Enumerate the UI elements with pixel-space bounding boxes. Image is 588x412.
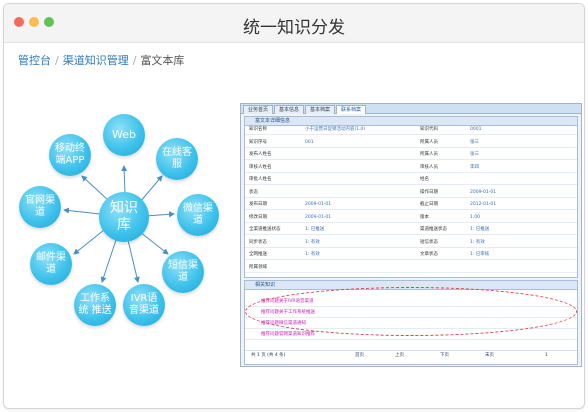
breadcrumb-item-current: 富文本库 — [140, 54, 185, 67]
detail-field-label: 文章状态 — [420, 252, 438, 257]
system-screenshot: 业务首页 基本信息 基本档案 联系档案 富文本详细信息 知识名称 小于运营日促销活… — [240, 103, 582, 367]
detail-row: 同步状态 1: 有效 短信状态 1: 有效 — [245, 239, 577, 248]
detail-row: 审批人姓名 姓名 — [245, 176, 577, 185]
detail-field-label: 发布人姓名 — [249, 152, 272, 157]
detail-row: 所属领域 — [245, 264, 577, 273]
connector-worksys — [100, 239, 117, 283]
highlight-ellipse — [245, 287, 577, 336]
detail-field-label: 全网推送 — [249, 252, 267, 257]
detail-field-label: 操作日期 — [420, 189, 438, 195]
detail-field-label: 所属领域 — [249, 264, 267, 270]
detail-field-label: 状态 — [249, 189, 258, 195]
detail-row: 发布日期 2009-01-01 截止日期 2012-01-01 — [245, 201, 577, 210]
tab-home[interactable]: 业务首页 — [243, 105, 273, 114]
detail-field-value: 2009-01-01 — [470, 189, 497, 195]
detail-field-value: 1: 已审核 — [470, 252, 490, 257]
detail-row: 状态 操作日期 2009-01-01 — [245, 189, 577, 198]
pager-prev[interactable]: 上页 — [395, 351, 404, 361]
detail-field-value: 2012-01-01 — [470, 202, 497, 207]
pager-first[interactable]: 首页 — [355, 351, 364, 361]
connector-web — [121, 165, 128, 195]
knowledge-base-node: 知识 库 — [99, 192, 149, 242]
detail-field-value: 张三 — [470, 152, 479, 157]
detail-field-value: 0001 — [470, 127, 482, 132]
detail-row: 全渠道推送状态 1: 已推送 渠道推送状态 1: 已推送 — [245, 226, 577, 235]
wechat-channel-node: 微信渠 道 — [177, 194, 219, 236]
detail-field-value: 小于运营日促销活动内容(1.0) — [305, 127, 366, 132]
related-item-link[interactable]: 推荐问题官网渠道知识推荐 — [261, 331, 315, 339]
detail-field-label: 审核人员 — [420, 164, 438, 170]
online-service-node: 在线客 服 — [156, 138, 198, 180]
pager-last[interactable]: 末页 — [485, 351, 494, 361]
window-title: 统一知识分发 — [243, 18, 345, 38]
connector-email — [73, 229, 105, 255]
breadcrumb-item-channel[interactable]: 渠道知识管理 — [63, 54, 129, 67]
detail-field-label: 同步状态 — [249, 239, 267, 245]
tab-contact-record[interactable]: 联系档案 — [336, 105, 366, 114]
detail-field-label: 截止日期 — [420, 202, 438, 207]
work-system-node: 工作系 统 推送 — [74, 284, 116, 326]
detail-row: 修改日期 2009-01-01 版本 1.00 — [245, 214, 577, 223]
detail-field-label: 知识名称 — [249, 127, 267, 132]
detail-field-label: 姓名 — [420, 177, 429, 182]
detail-field-label: 短信状态 — [420, 239, 438, 245]
detail-row: 知识序号 001 所属人员 张三 — [245, 139, 577, 148]
connector-ivr — [127, 239, 140, 283]
detail-field-label: 审核人姓名 — [249, 164, 272, 170]
breadcrumb: 管控台 / 渠道知识管理 / 富文本库 — [18, 52, 184, 68]
detail-field-label: 发布日期 — [249, 202, 267, 207]
ivr-channel-node: IVR语 音渠道 — [123, 284, 165, 326]
connector-sms — [139, 231, 169, 255]
app-window: 统一知识分发 管控台 / 渠道知识管理 / 富文本库 知识 库 Web 在线客 … — [3, 3, 585, 409]
pager-next[interactable]: 下页 — [440, 351, 449, 361]
detail-row: 审核人姓名 审核人员 李四 — [245, 164, 577, 173]
detail-field-value: 张三 — [470, 139, 479, 145]
pager-page[interactable]: 1 — [545, 351, 548, 361]
connector-online — [139, 175, 163, 203]
web-node: Web — [103, 114, 145, 156]
detail-field-value: 1: 已推送 — [470, 227, 490, 232]
detail-field-value: 1.00 — [470, 214, 481, 220]
detail-field-label: 知识代码 — [420, 127, 438, 132]
detail-grid: 知识名称 小于运营日促销活动内容(1.0) 知识代码 0001 知识序号 001 所属人员张… — [245, 126, 577, 277]
detail-field-value: 2009-01-01 — [305, 202, 332, 207]
breadcrumb-separator: / — [55, 54, 59, 67]
detail-field-value: 1: 已推送 — [305, 227, 325, 232]
detail-field-value: 李四 — [470, 164, 479, 170]
detail-field-label: 所属人员 — [420, 152, 438, 157]
detail-field-label: 版本 — [420, 214, 429, 220]
email-channel-node: 邮件渠 道 — [30, 243, 72, 285]
connector-wechat — [144, 211, 175, 218]
detail-field-label: 审批人姓名 — [249, 177, 272, 182]
detail-panel-header: 富文本详细信息 — [245, 117, 577, 126]
detail-field-label: 全渠道推送状态 — [249, 227, 281, 232]
detail-field-value: 1: 有效 — [305, 252, 320, 257]
pager-info: 共 1 页 (共 4 条) — [251, 353, 286, 358]
detail-field-value: 1: 有效 — [305, 239, 320, 245]
website-channel-node: 官网渠 道 — [19, 186, 61, 228]
pager: 共 1 页 (共 4 条) 首页 上页 下页 末页 1 — [245, 350, 577, 361]
detail-field-label: 知识序号 — [249, 139, 267, 145]
connector-app — [81, 175, 109, 201]
connector-website — [63, 207, 101, 215]
title-bar: 统一知识分发 — [4, 4, 584, 43]
tab-basic-info[interactable]: 基本信息 — [274, 105, 304, 114]
tab-basic-record[interactable]: 基本档案 — [305, 105, 335, 114]
detail-field-label: 修改日期 — [249, 214, 267, 220]
detail-field-value: 001 — [305, 139, 314, 145]
mobile-app-node: 移动终 端APP — [49, 134, 91, 176]
detail-field-value: 1: 有效 — [470, 239, 485, 245]
detail-panel: 富文本详细信息 知识名称 小于运营日促销活动内容(1.0) 知识代码 0001 知识序号… — [244, 116, 578, 278]
system-tabs: 业务首页 基本信息 基本档案 联系档案 — [241, 104, 581, 114]
sms-channel-node: 短信渠 道 — [162, 251, 204, 293]
detail-field-value: 2009-01-01 — [305, 214, 332, 220]
knowledge-diagram: 知识 库 Web 在线客 服 微信渠 道 短信渠 道 IVR语 音渠道 工作系 … — [12, 104, 236, 334]
detail-field-label: 所属人员 — [420, 139, 438, 145]
detail-field-label: 渠道推送状态 — [420, 227, 447, 232]
detail-row: 发布人姓名 所属人员 张三 — [245, 151, 577, 160]
breadcrumb-separator: / — [132, 54, 137, 67]
detail-row: 全网推送 1: 有效 文章状态 1: 已审核 — [245, 251, 577, 260]
breadcrumb-item-console[interactable]: 管控台 — [18, 54, 51, 67]
detail-row: 知识名称 小于运营日促销活动内容(1.0) 知识代码 0001 — [245, 126, 577, 135]
